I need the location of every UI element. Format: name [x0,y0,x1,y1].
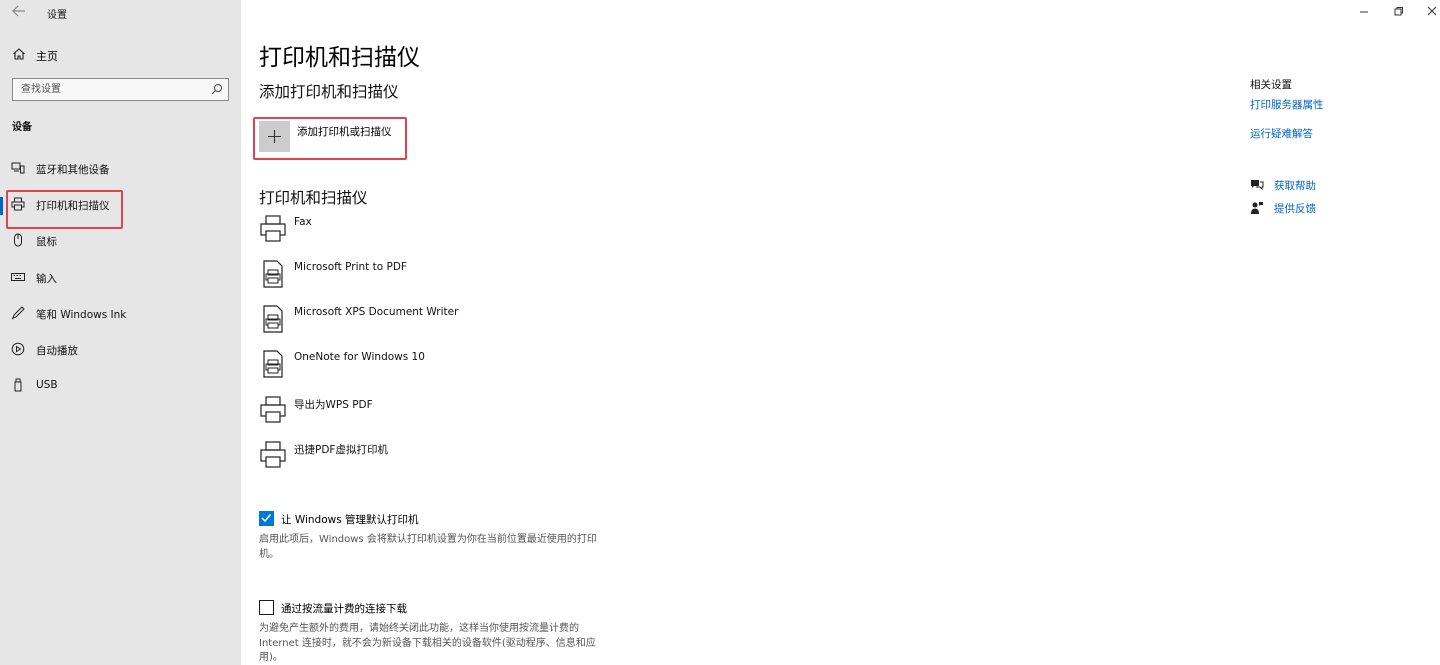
metered-download-option: 通过按流量计费的连接下载 [259,600,619,618]
home-label: 主页 [36,50,58,63]
sidebar-item-label: USB [36,379,58,391]
search-icon[interactable] [211,83,223,95]
related-settings-heading: 相关设置 [1250,79,1292,91]
sidebar-item-typing[interactable]: 输入 [0,264,241,292]
highlight-box-sidebar [6,190,123,229]
manage-default-printer-label[interactable]: 让 Windows 管理默认打印机 [281,512,419,527]
give-feedback-label: 提供反馈 [1274,203,1316,215]
section-label-devices: 设备 [12,122,32,133]
back-arrow-icon[interactable] [10,5,28,21]
sidebar-item-pen[interactable]: 笔和 Windows Ink [0,300,241,328]
metered-download-description: 为避免产生额外的费用，请始终关闭此功能，这样当你使用按流量计费的 Interne… [259,623,596,663]
printer-name: 导出为WPS PDF [294,399,373,411]
manage-default-printer-description: 启用此项后，Windows 会将默认打印机设置为你在当前位置最近使用的打印机。 [259,534,597,560]
document-printer-icon [259,349,287,379]
page-title: 打印机和扫描仪 [259,45,420,71]
give-feedback-link[interactable]: 提供反馈 [1250,200,1400,216]
sidebar-item-mouse[interactable]: 鼠标 [0,227,241,255]
keyboard-icon [11,270,25,284]
home-nav-item[interactable]: 主页 [0,44,241,66]
highlight-box-add-button [253,117,407,160]
usb-icon [11,378,25,392]
settings-search-box[interactable] [12,78,229,101]
get-help-link[interactable]: 获取帮助 [1250,177,1400,193]
sidebar-item-label: 蓝牙和其他设备 [36,164,110,176]
printers-list-heading: 打印机和扫描仪 [259,189,368,207]
printer-item-ms-xps[interactable]: Microsoft XPS Document Writer [259,304,589,344]
mouse-icon [11,233,25,247]
printer-name: Microsoft Print to PDF [294,261,407,273]
sidebar: 设置 主页 设备 蓝牙和其他设备 打印机和扫描仪 鼠标 输入 [0,0,241,665]
sidebar-item-label: 鼠标 [36,236,57,248]
document-printer-icon [259,259,287,289]
metered-download-checkbox[interactable] [259,600,274,615]
sidebar-item-bluetooth[interactable]: 蓝牙和其他设备 [0,155,241,183]
bluetooth-devices-icon [11,161,25,175]
sidebar-item-label: 自动播放 [36,345,78,357]
printer-icon [259,395,287,425]
manage-default-printer-checkbox[interactable] [259,511,274,526]
sidebar-item-autoplay[interactable]: 自动播放 [0,336,241,364]
search-input[interactable] [13,79,203,100]
get-help-label: 获取帮助 [1274,180,1316,192]
minimize-button[interactable] [1355,4,1375,20]
printer-item-wps-pdf[interactable]: 导出为WPS PDF [259,395,589,435]
manage-default-printer-option: 让 Windows 管理默认打印机 [259,511,619,529]
print-server-properties-link[interactable]: 打印服务器属性 [1250,97,1324,112]
help-chat-icon [1250,178,1264,192]
pen-icon [11,306,25,320]
document-printer-icon [259,304,287,334]
fax-printer-icon [259,214,287,244]
printer-name: Microsoft XPS Document Writer [294,306,459,318]
printer-name: OneNote for Windows 10 [294,351,425,363]
feedback-person-icon [1250,201,1264,215]
home-icon [12,47,26,61]
printer-icon [259,440,287,470]
metered-download-label[interactable]: 通过按流量计费的连接下载 [281,601,407,616]
run-troubleshooter-link[interactable]: 运行疑难解答 [1250,126,1313,141]
app-title: 设置 [47,10,67,21]
close-button[interactable] [1423,4,1440,20]
printer-name: 迅捷PDF虚拟打印机 [294,444,388,456]
printer-item-xunjie-pdf[interactable]: 迅捷PDF虚拟打印机 [259,440,589,480]
printer-item-onenote[interactable]: OneNote for Windows 10 [259,349,589,389]
sidebar-item-label: 输入 [36,273,57,285]
printer-item-ms-print-pdf[interactable]: Microsoft Print to PDF [259,259,589,299]
sidebar-item-usb[interactable]: USB [0,372,241,400]
add-printers-heading: 添加打印机和扫描仪 [259,83,399,101]
autoplay-icon [11,342,25,356]
sidebar-item-label: 笔和 Windows Ink [36,309,127,321]
printer-name: Fax [294,216,312,228]
restore-button[interactable] [1390,4,1410,20]
printer-item-fax[interactable]: Fax [259,214,589,254]
